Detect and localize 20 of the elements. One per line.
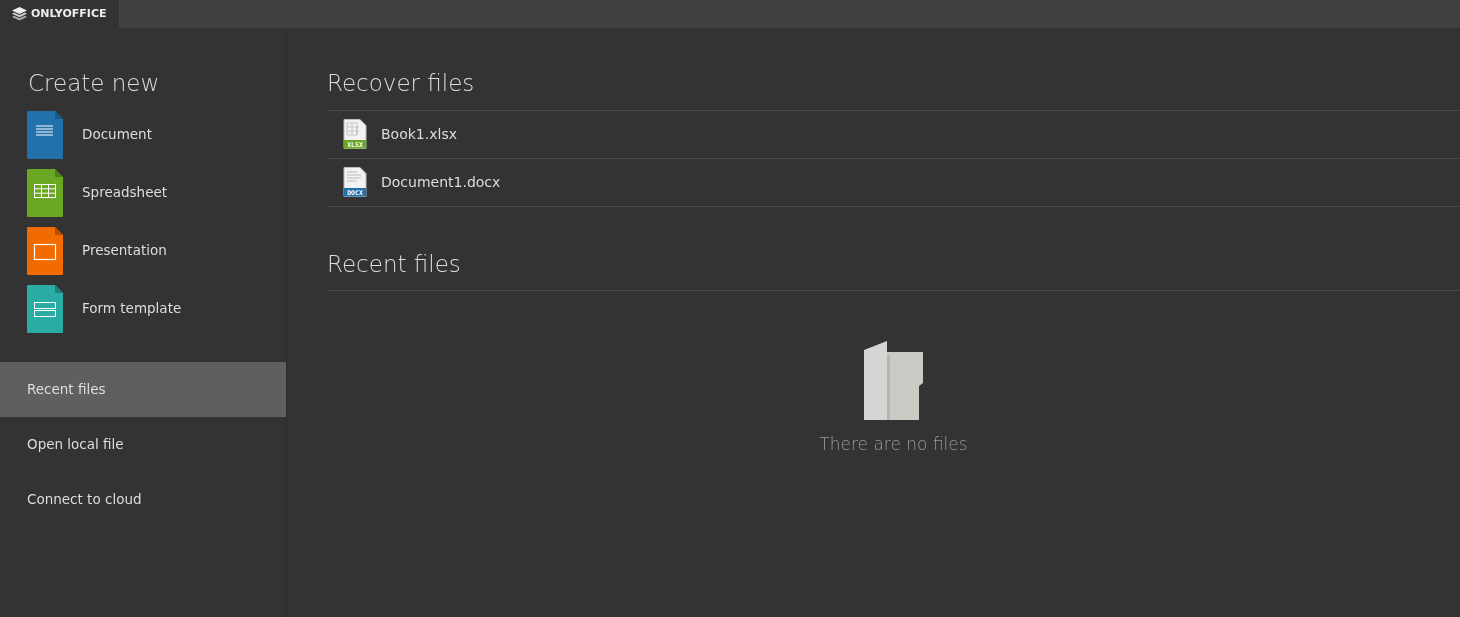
logo-icon [12, 7, 27, 21]
create-item[interactable]: Form template [27, 279, 182, 338]
file-name: Document1.docx [381, 172, 501, 192]
file-name: Book1.xlsx [381, 124, 457, 144]
file-icon [27, 226, 63, 275]
app-tab[interactable]: ONLYOFFICE [0, 0, 119, 28]
file-icon [27, 110, 63, 159]
sidebar-item[interactable]: Open local file [0, 416, 286, 472]
section-title: Create new [27, 70, 161, 98]
create-item[interactable]: Spreadsheet [27, 163, 168, 222]
empty-folder-icon [863, 341, 924, 421]
section-title: Recover files [327, 70, 476, 98]
sidebar-item[interactable]: Connect to cloud [0, 471, 286, 527]
file-icon [27, 284, 63, 333]
sidebar-item[interactable]: Recent files [0, 361, 286, 417]
empty-message: There are no files [819, 433, 968, 457]
create-item[interactable]: Document [27, 105, 152, 164]
section-title: Recent files [327, 250, 462, 279]
create-item[interactable]: Presentation [27, 221, 167, 280]
file-icon [27, 168, 63, 217]
